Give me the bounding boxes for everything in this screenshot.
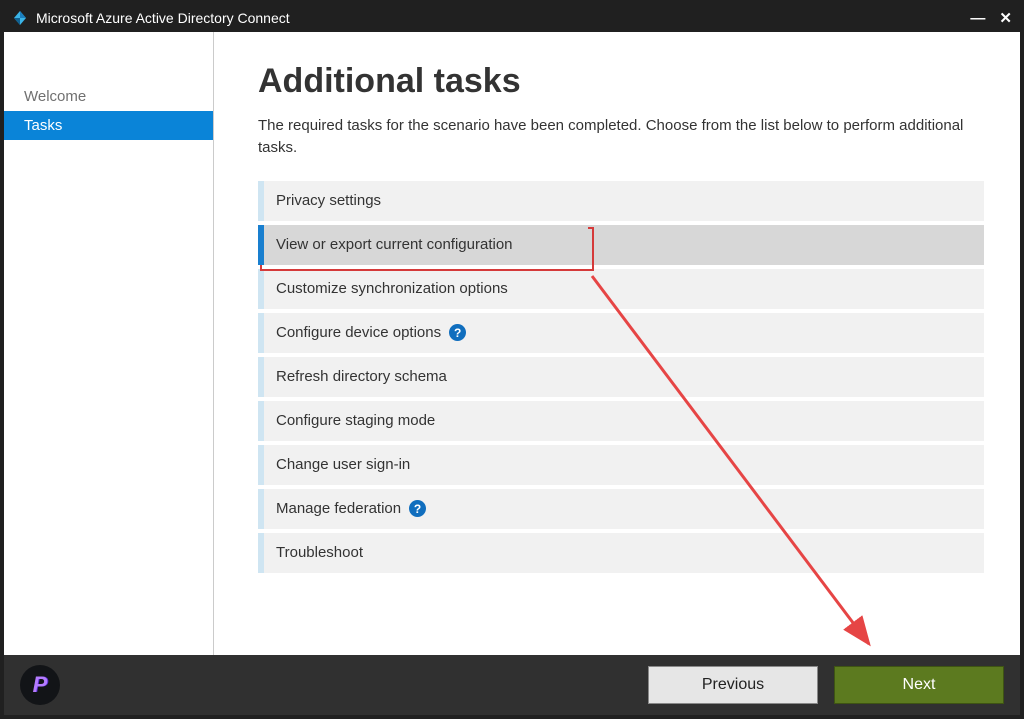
minimize-button[interactable]: — — [970, 10, 985, 27]
next-button[interactable]: Next — [834, 666, 1004, 704]
task-label: Refresh directory schema — [264, 368, 447, 385]
brand-badge: P — [20, 665, 60, 705]
help-icon[interactable]: ? — [409, 500, 426, 517]
help-icon[interactable]: ? — [449, 324, 466, 341]
task-customize-sync[interactable]: Customize synchronization options — [258, 269, 984, 309]
task-label: View or export current configuration — [264, 236, 513, 253]
task-staging-mode[interactable]: Configure staging mode — [258, 401, 984, 441]
task-view-export-config[interactable]: View or export current configuration — [258, 225, 588, 265]
task-label: Configure staging mode — [264, 412, 435, 429]
main-content: Additional tasks The required tasks for … — [214, 32, 1020, 655]
sidebar-item-tasks[interactable]: Tasks — [4, 111, 213, 140]
previous-button[interactable]: Previous — [648, 666, 818, 704]
titlebar: Microsoft Azure Active Directory Connect… — [4, 4, 1020, 32]
task-troubleshoot[interactable]: Troubleshoot — [258, 533, 984, 573]
app-window: Microsoft Azure Active Directory Connect… — [0, 0, 1024, 719]
page-intro: The required tasks for the scenario have… — [258, 115, 984, 159]
window-title: Microsoft Azure Active Directory Connect — [36, 10, 290, 26]
sidebar: Welcome Tasks — [4, 32, 214, 655]
close-button[interactable]: ✕ — [999, 9, 1012, 27]
footer: P Previous Next — [4, 655, 1020, 715]
azure-logo-icon — [12, 10, 28, 26]
task-label: Change user sign-in — [264, 456, 410, 473]
task-change-signin[interactable]: Change user sign-in — [258, 445, 984, 485]
task-manage-federation[interactable]: Manage federation ? — [258, 489, 984, 529]
task-privacy-settings[interactable]: Privacy settings — [258, 181, 984, 221]
task-label: Troubleshoot — [264, 544, 363, 561]
task-label: Privacy settings — [264, 192, 381, 209]
task-label: Manage federation — [264, 500, 401, 517]
sidebar-item-welcome[interactable]: Welcome — [4, 82, 213, 111]
task-label: Customize synchronization options — [264, 280, 508, 297]
task-label: Configure device options — [264, 324, 441, 341]
task-refresh-schema[interactable]: Refresh directory schema — [258, 357, 984, 397]
task-configure-device[interactable]: Configure device options ? — [258, 313, 984, 353]
page-title: Additional tasks — [258, 62, 984, 101]
